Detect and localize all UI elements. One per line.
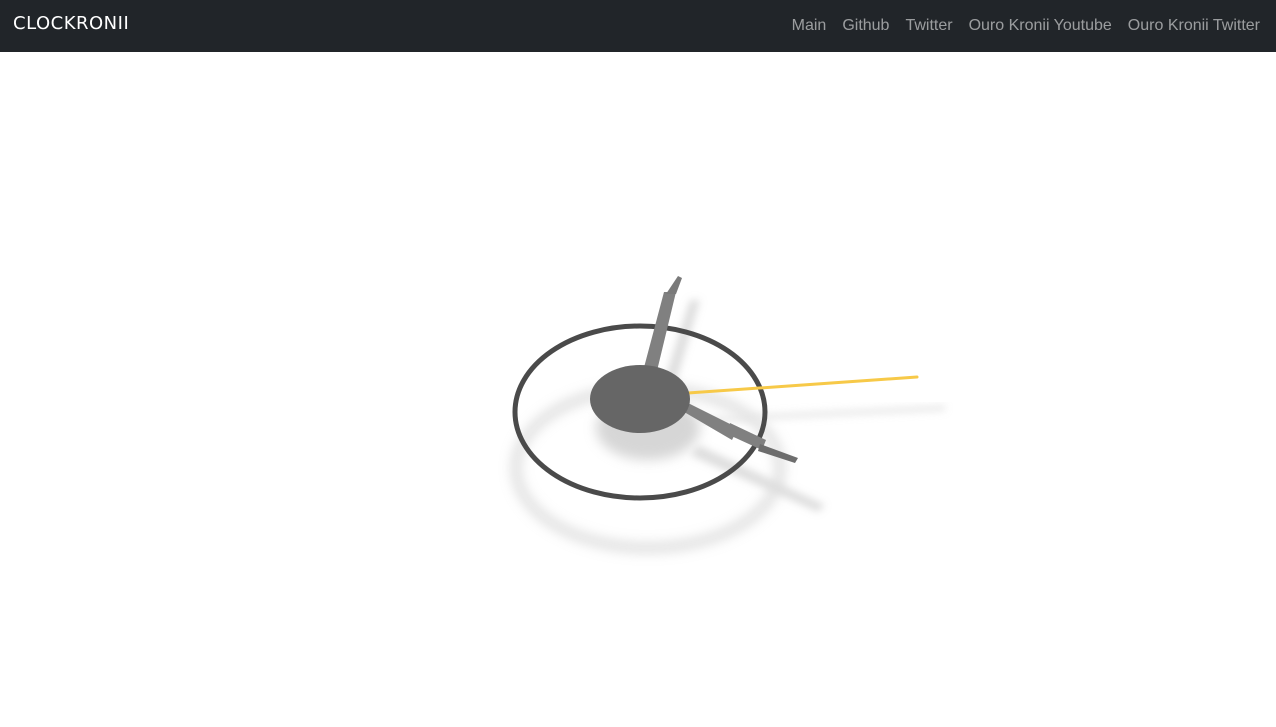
nav-link-twitter[interactable]: Twitter <box>905 14 952 38</box>
top-navbar: CLOCKRONII Main Github Twitter Ouro Kron… <box>0 0 1276 52</box>
clock-3d-canvas <box>511 276 946 553</box>
nav-link-kronii-twitter[interactable]: Ouro Kronii Twitter <box>1128 14 1260 38</box>
brand-logo-link[interactable]: CLOCKRONII <box>13 12 129 36</box>
nav-link-main[interactable]: Main <box>792 14 827 38</box>
clock-stage <box>0 52 1276 727</box>
nav-link-github[interactable]: Github <box>842 14 889 38</box>
nav-links: Main Github Twitter Ouro Kronii Youtube … <box>792 0 1260 52</box>
clock-hub <box>590 365 690 433</box>
nav-link-kronii-youtube[interactable]: Ouro Kronii Youtube <box>969 14 1112 38</box>
